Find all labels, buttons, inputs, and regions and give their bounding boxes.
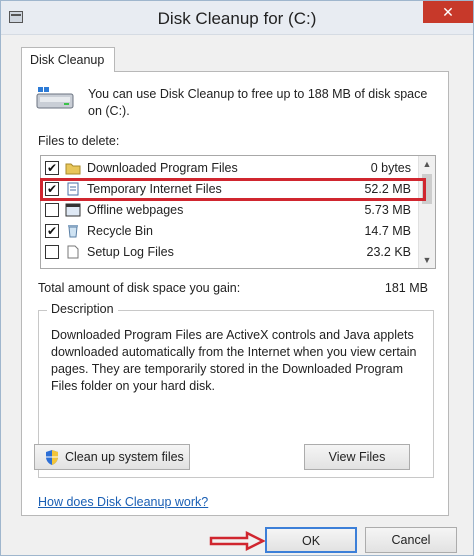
checkbox-offline-webpages[interactable] (45, 203, 59, 217)
ok-button[interactable]: OK (265, 527, 357, 553)
uac-shield-icon (46, 450, 58, 465)
clean-up-system-files-button[interactable]: Clean up system files (34, 444, 190, 470)
view-files-button[interactable]: View Files (304, 444, 410, 470)
description-legend: Description (47, 302, 118, 316)
file-name: Offline webpages (87, 203, 184, 217)
title-bar: Disk Cleanup for (C:) ✕ (1, 1, 473, 35)
file-name: Setup Log Files (87, 245, 174, 259)
list-scrollbar[interactable]: ▲ ▼ (418, 156, 435, 268)
list-item[interactable]: Setup Log Files 23.2 KB (41, 242, 419, 263)
description-text: Downloaded Program Files are ActiveX con… (51, 328, 417, 393)
clean-up-system-files-label: Clean up system files (65, 450, 184, 464)
recycle-bin-icon (68, 225, 78, 238)
total-space-value: 181 MB (384, 281, 428, 295)
disk-cleanup-window: Disk Cleanup for (C:) ✕ Disk Cleanup You… (0, 0, 474, 556)
files-list[interactable]: ✔ Downloaded Program Files 0 bytes ✔ Tem… (40, 155, 436, 269)
file-name: Downloaded Program Files (87, 161, 238, 175)
checkbox-downloaded-program-files[interactable]: ✔ (45, 161, 59, 175)
intro-text: You can use Disk Cleanup to free up to 1… (88, 87, 428, 118)
folder-icon (65, 163, 81, 175)
hard-drive-icon (36, 87, 74, 109)
tab-panel: You can use Disk Cleanup to free up to 1… (21, 71, 449, 516)
document-icon (67, 182, 79, 196)
window-title: Disk Cleanup for (C:) (157, 9, 317, 28)
total-space-label: Total amount of disk space you gain: (38, 281, 241, 295)
checkbox-temporary-internet-files[interactable]: ✔ (45, 182, 59, 196)
help-link[interactable]: How does Disk Cleanup work? (38, 495, 208, 509)
webpage-icon (65, 203, 81, 217)
file-size: 23.2 KB (366, 245, 411, 259)
tab-disk-cleanup[interactable]: Disk Cleanup (21, 47, 115, 72)
file-size: 14.7 MB (364, 224, 411, 238)
files-to-delete-label: Files to delete: (38, 134, 120, 148)
document-icon (67, 245, 79, 259)
cancel-button[interactable]: Cancel (365, 527, 457, 553)
scroll-up-icon[interactable]: ▲ (419, 156, 435, 172)
close-button[interactable]: ✕ (423, 1, 473, 23)
file-size: 0 bytes (370, 161, 411, 175)
list-item[interactable]: ✔ Temporary Internet Files 52.2 MB (41, 179, 419, 200)
scroll-thumb[interactable] (422, 174, 432, 204)
checkbox-recycle-bin[interactable]: ✔ (45, 224, 59, 238)
list-item[interactable]: ✔ Recycle Bin 14.7 MB (41, 221, 419, 242)
file-name: Temporary Internet Files (87, 182, 222, 196)
file-size: 5.73 MB (364, 203, 411, 217)
scroll-down-icon[interactable]: ▼ (419, 252, 435, 268)
checkbox-setup-log-files[interactable] (45, 245, 59, 259)
file-size: 52.2 MB (364, 182, 411, 196)
file-name: Recycle Bin (87, 224, 153, 238)
red-arrow-annotation-icon (209, 531, 265, 551)
list-item[interactable]: ✔ Downloaded Program Files 0 bytes (41, 158, 419, 179)
list-item[interactable]: Offline webpages 5.73 MB (41, 200, 419, 221)
